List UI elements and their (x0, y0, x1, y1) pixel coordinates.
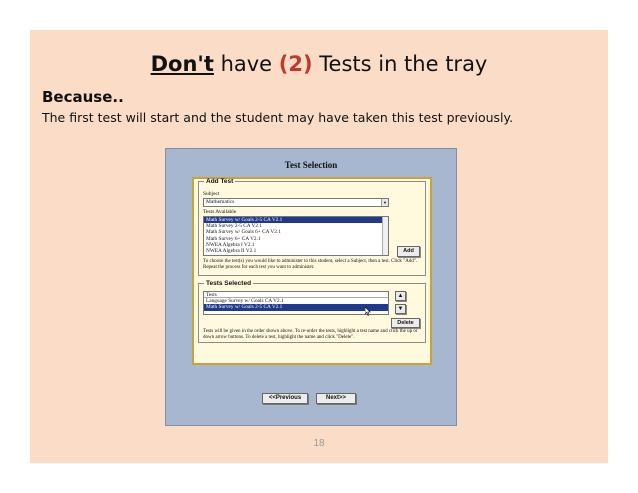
list-item[interactable]: Math Survey w/ Goals 2-5 CA V2.1 (204, 304, 388, 311)
tests-available-label: Tests Available (203, 209, 237, 215)
slide: Don't have (2) Tests in the tray Because… (30, 30, 608, 463)
tests-selected-list[interactable]: Tests Language Survey w/ Goals CA V2.1 M… (203, 291, 389, 315)
tests-selected-legend: Tests Selected (206, 280, 252, 287)
tests-available-list[interactable]: Math Survey w/ Goals 2-5 CA V2.1 Math Su… (203, 216, 389, 256)
title-have: have (213, 52, 279, 76)
title-number: (2) (278, 52, 313, 76)
screen-title: Test Selection (284, 160, 338, 170)
subject-select[interactable]: Mathematics ▼ (203, 198, 389, 207)
mouse-cursor-icon (365, 307, 371, 316)
subject-label: Subject (203, 191, 220, 197)
tests-selected-help: Tests will be given in the order shown a… (203, 329, 418, 340)
list-item[interactable]: NWEA Algebra II V2.1 (204, 248, 388, 254)
chevron-down-icon[interactable]: ▼ (381, 199, 388, 206)
arrow-down-icon[interactable]: ▼ (395, 304, 406, 314)
add-button[interactable]: Add (397, 246, 420, 257)
arrow-up-icon[interactable]: ▲ (395, 291, 406, 301)
page-number: 18 (313, 438, 325, 449)
previous-button[interactable]: <<Previous (262, 393, 308, 404)
test-selection-panel: Add Test Subject Mathematics ▼ Tests Ava… (192, 177, 432, 365)
title-dont: Don't (150, 52, 214, 76)
tests-selected-group: Tests Selected Tests Language Survey w/ … (198, 280, 426, 343)
delete-button[interactable]: Delete (391, 318, 420, 328)
title-end: Tests in the tray (312, 52, 488, 76)
next-button[interactable]: Next>> (316, 393, 356, 404)
add-test-group: Add Test Subject Mathematics ▼ Tests Ava… (198, 178, 426, 276)
list-scrollbar[interactable] (382, 217, 388, 255)
test-selection-screenshot: Test Selection Add Test Subject Mathemat… (165, 148, 457, 426)
slide-title: Don't have (2) Tests in the tray (30, 52, 608, 76)
subject-value: Mathematics (206, 199, 235, 205)
reason-text: The first test will start and the studen… (42, 110, 514, 125)
add-test-legend: Add Test (206, 178, 234, 185)
because-heading: Because.. (42, 88, 124, 106)
add-test-help: To choose the test(s) you would like to … (203, 259, 418, 270)
